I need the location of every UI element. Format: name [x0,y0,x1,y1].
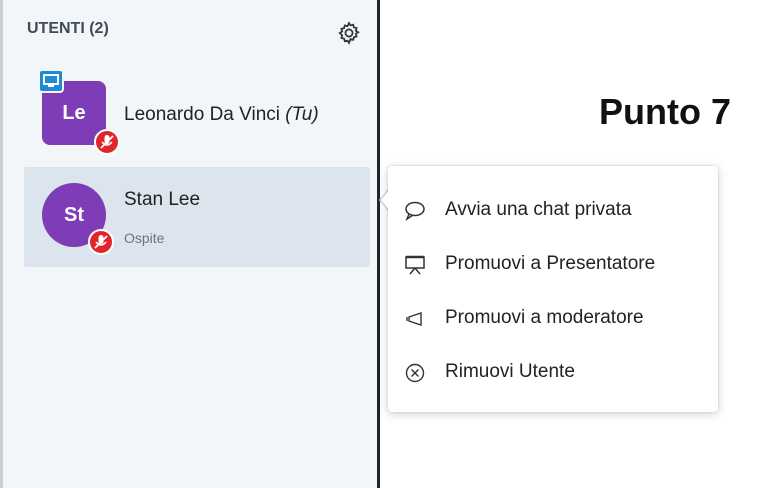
muted-mic-icon [88,229,114,255]
avatar-initials: Le [62,102,86,124]
presentation-slide-title: Punto 7 [599,91,731,132]
circle-x-icon [405,363,425,383]
users-panel: UTENTI (2) Le Leonardo Da Vinci (Tu) St … [3,0,380,488]
avatar-initials: St [64,204,84,226]
menu-item-remove-user[interactable]: Rimuovi Utente [388,348,718,398]
gear-icon[interactable] [336,20,362,46]
user-context-menu: Avvia una chat privata Promuovi a Presen… [388,166,718,412]
user-list-item-leonardo[interactable]: Le Leonardo Da Vinci (Tu) [24,67,370,167]
menu-item-label: Avvia una chat privata [445,199,632,220]
menu-item-label: Rimuovi Utente [445,361,575,382]
menu-item-private-chat[interactable]: Avvia una chat privata [388,186,718,236]
menu-item-label: Promuovi a Presentatore [445,253,656,274]
user-list-item-stan-lee[interactable]: St Stan Lee Ospite [24,167,370,267]
menu-pointer-inner [381,189,390,211]
you-tag: (Tu) [285,104,319,125]
menu-item-promote-moderator[interactable]: Promuovi a moderatore [388,294,718,344]
menu-item-promote-presenter[interactable]: Promuovi a Presentatore [388,240,718,290]
presenter-icon [38,69,64,93]
presentation-board-icon [405,255,425,275]
user-name: Leonardo Da Vinci (Tu) [124,104,319,125]
user-role: Ospite [124,230,165,246]
megaphone-icon [406,312,422,326]
muted-mic-icon [94,129,120,155]
users-panel-header: UTENTI (2) [27,20,109,37]
user-name: Stan Lee [124,189,201,210]
menu-item-label: Promuovi a moderatore [445,307,644,328]
chat-bubble-icon [405,201,425,221]
